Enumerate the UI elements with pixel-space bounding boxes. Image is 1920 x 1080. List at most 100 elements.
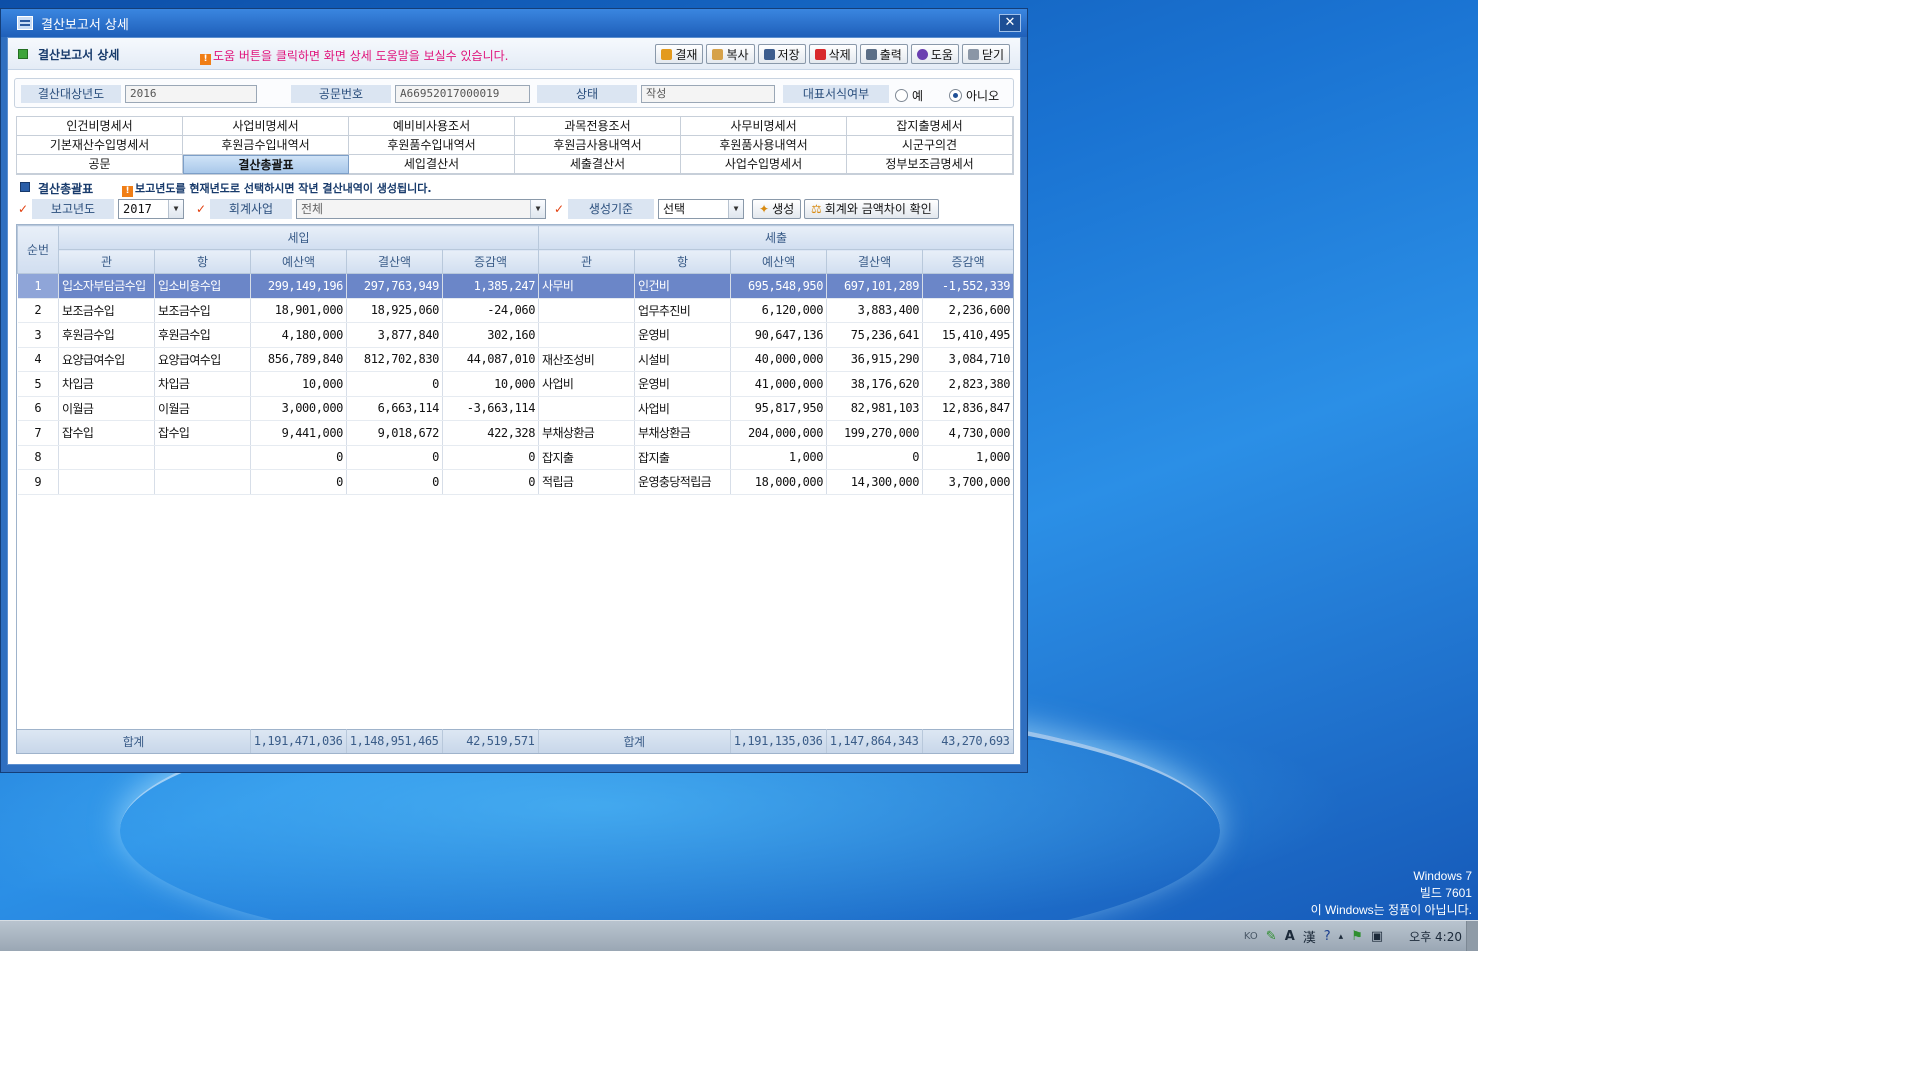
table-cell[interactable]: 44,087,010 xyxy=(442,347,540,372)
network-icon[interactable]: ▣ xyxy=(1371,929,1383,944)
tab-item[interactable]: 예비비사용조서 xyxy=(349,117,515,136)
table-cell[interactable]: 12,836,847 xyxy=(922,396,1013,421)
table-cell[interactable]: 18,925,060 xyxy=(346,298,443,323)
seq-header[interactable]: 순번 xyxy=(17,225,59,274)
row-number-cell[interactable]: 6 xyxy=(17,396,59,421)
account-business-select[interactable]: 전체 ▼ xyxy=(296,199,546,219)
table-cell[interactable]: 297,763,949 xyxy=(346,273,443,299)
table-cell[interactable]: 잡지출 xyxy=(538,445,636,470)
table-cell[interactable]: 사업비 xyxy=(634,396,732,421)
tab-item[interactable]: 과목전용조서 xyxy=(515,117,681,136)
table-cell[interactable]: 3,883,400 xyxy=(826,298,924,323)
tab-item[interactable]: 후원금수입내역서 xyxy=(183,136,349,155)
table-cell[interactable]: 6,120,000 xyxy=(730,298,828,323)
table-cell[interactable]: 14,300,000 xyxy=(826,469,924,495)
table-cell[interactable]: 요양급여수입 xyxy=(58,347,155,372)
report-year-select[interactable]: 2017 ▼ xyxy=(118,199,184,219)
table-cell[interactable]: 입소자부담금수입 xyxy=(58,273,155,299)
table-cell[interactable]: 0 xyxy=(442,445,540,470)
column-header[interactable]: 항 xyxy=(154,249,251,274)
table-cell[interactable]: 3,084,710 xyxy=(922,347,1013,372)
table-cell[interactable]: 90,647,136 xyxy=(730,322,828,348)
table-cell[interactable]: 보조금수입 xyxy=(154,298,251,323)
clock[interactable]: 오후 4:20 xyxy=(1409,928,1462,945)
table-cell[interactable]: 812,702,830 xyxy=(346,347,443,372)
table-cell[interactable]: 운영비 xyxy=(634,322,732,348)
ime-tool-icon[interactable]: ✎ xyxy=(1266,929,1277,944)
tab-item[interactable]: 결산총괄표 xyxy=(183,155,349,174)
row-number-cell[interactable]: 5 xyxy=(17,371,59,397)
tab-item[interactable]: 인건비명세서 xyxy=(17,117,183,136)
table-cell[interactable]: 422,328 xyxy=(442,420,540,446)
table-cell[interactable]: 차입금 xyxy=(58,371,155,397)
table-cell[interactable]: 15,410,495 xyxy=(922,322,1013,348)
generation-basis-select[interactable]: 선택 ▼ xyxy=(658,199,744,219)
table-cell[interactable]: 204,000,000 xyxy=(730,420,828,446)
close-button[interactable]: 닫기 xyxy=(961,44,1010,64)
table-cell[interactable]: 36,915,290 xyxy=(826,347,924,372)
table-cell[interactable]: 적립금 xyxy=(538,469,636,495)
tab-item[interactable]: 공문 xyxy=(17,155,183,174)
table-cell[interactable]: 95,817,950 xyxy=(730,396,828,421)
table-cell[interactable]: 299,149,196 xyxy=(250,273,347,299)
tab-item[interactable]: 세입결산서 xyxy=(349,155,515,174)
tab-item[interactable]: 시군구의견 xyxy=(847,136,1013,155)
tab-item[interactable]: 사업수입명세서 xyxy=(681,155,847,174)
representative-yes-radio[interactable]: 예 xyxy=(895,87,923,104)
help-circle-icon[interactable]: ? xyxy=(1324,929,1331,944)
table-cell[interactable]: 운영비 xyxy=(634,371,732,397)
help-button[interactable]: 도움 xyxy=(910,44,959,64)
table-cell[interactable]: 이월금 xyxy=(58,396,155,421)
chevron-down-icon[interactable]: ▼ xyxy=(728,200,743,218)
generate-button[interactable]: ✦ 생성 xyxy=(752,199,802,219)
summary-grid[interactable]: 순번 세입 세출 관 항 예산액 결산액 증감액 관 항 예산액 결산액 증감액 1 입소자부담금수… xyxy=(16,224,1014,754)
column-header[interactable]: 관 xyxy=(58,249,155,274)
table-cell[interactable]: 41,000,000 xyxy=(730,371,828,397)
table-cell[interactable]: 3,700,000 xyxy=(922,469,1013,495)
table-row[interactable]: 3 후원금수입 후원금수입 4,180,000 3,877,840 302,160 운영비 9… xyxy=(17,322,1013,348)
table-cell[interactable]: 18,000,000 xyxy=(730,469,828,495)
table-row[interactable]: 9 0 0 0 적립금 운영충당적립금 18,000,000 14,300,000 3,700,… xyxy=(17,469,1013,495)
table-cell[interactable]: 10,000 xyxy=(250,371,347,397)
table-cell[interactable]: 요양급여수입 xyxy=(154,347,251,372)
table-cell[interactable]: 사무비 xyxy=(538,273,636,299)
table-cell[interactable]: 18,901,000 xyxy=(250,298,347,323)
target-year-field[interactable]: 2016 xyxy=(125,85,257,103)
tray-overflow-icon[interactable]: ▴ xyxy=(1339,932,1344,942)
table-cell[interactable]: -24,060 xyxy=(442,298,540,323)
row-number-cell[interactable]: 4 xyxy=(17,347,59,372)
table-cell[interactable] xyxy=(58,445,155,470)
table-cell[interactable]: 입소비용수입 xyxy=(154,273,251,299)
table-row[interactable]: 6 이월금 이월금 3,000,000 6,663,114 -3,663,114 사업비 95… xyxy=(17,396,1013,421)
table-cell[interactable]: -1,552,339 xyxy=(922,273,1013,299)
table-row[interactable]: 5 차입금 차입금 10,000 0 10,000 사업비 운영비 41,000,000 38,1… xyxy=(17,371,1013,397)
action-center-icon[interactable]: ⚑ xyxy=(1351,929,1363,944)
print-button[interactable]: 출력 xyxy=(859,44,908,64)
row-number-cell[interactable]: 8 xyxy=(17,445,59,470)
table-cell[interactable]: 9,441,000 xyxy=(250,420,347,446)
tab-item[interactable]: 후원품사용내역서 xyxy=(681,136,847,155)
table-cell[interactable]: -3,663,114 xyxy=(442,396,540,421)
table-cell[interactable]: 82,981,103 xyxy=(826,396,924,421)
table-cell[interactable]: 후원금수입 xyxy=(58,322,155,348)
chevron-down-icon[interactable]: ▼ xyxy=(530,200,545,218)
table-cell[interactable]: 2,236,600 xyxy=(922,298,1013,323)
column-header[interactable]: 관 xyxy=(538,249,636,274)
table-cell[interactable]: 이월금 xyxy=(154,396,251,421)
table-cell[interactable]: 3,877,840 xyxy=(346,322,443,348)
table-cell[interactable]: 차입금 xyxy=(154,371,251,397)
language-indicator[interactable]: KO xyxy=(1244,931,1258,942)
table-cell[interactable]: 38,176,620 xyxy=(826,371,924,397)
table-cell[interactable]: 보조금수입 xyxy=(58,298,155,323)
row-number-cell[interactable]: 9 xyxy=(17,469,59,495)
table-row[interactable]: 8 0 0 0 잡지출 잡지출 1,000 0 1,000 xyxy=(17,445,1013,470)
delete-button[interactable]: 삭제 xyxy=(808,44,857,64)
table-row[interactable]: 2 보조금수입 보조금수입 18,901,000 18,925,060 -24,060 업무… xyxy=(17,298,1013,323)
table-cell[interactable]: 856,789,840 xyxy=(250,347,347,372)
tab-item[interactable]: 사업비명세서 xyxy=(183,117,349,136)
table-cell[interactable]: 199,270,000 xyxy=(826,420,924,446)
table-cell[interactable] xyxy=(538,298,636,323)
row-number-cell[interactable]: 3 xyxy=(17,322,59,348)
column-header[interactable]: 항 xyxy=(634,249,732,274)
table-cell[interactable]: 1,385,247 xyxy=(442,273,540,299)
